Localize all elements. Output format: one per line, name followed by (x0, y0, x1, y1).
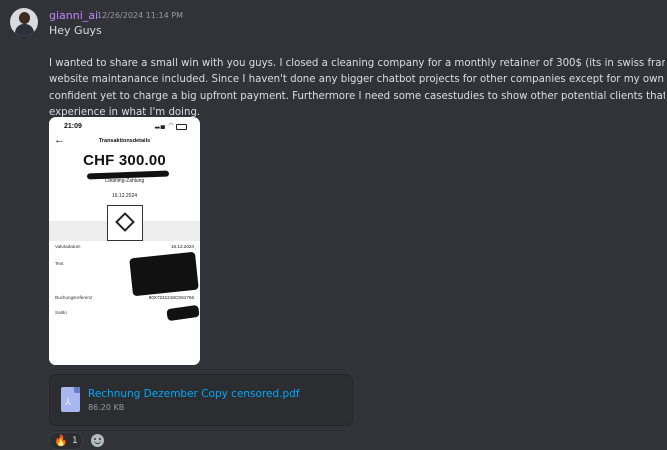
message-line: confident yet to charge a big upfront pa… (49, 90, 665, 102)
fire-emoji-icon: 🔥 (54, 434, 68, 447)
row-label: Saldo (55, 310, 67, 315)
username[interactable]: gianni_ai (49, 9, 98, 22)
file-fold (74, 387, 80, 393)
payment-label: Cleaning-Zahlung (104, 178, 145, 184)
message-line: website maintanance included. Since I ha… (49, 74, 664, 86)
row-label: Text (55, 261, 64, 266)
avatar-head (19, 12, 30, 24)
screenshot-title: Transaktionsdetails (98, 138, 151, 144)
message-body: I wanted to share a small win with you g… (49, 56, 665, 122)
message-greeting: Hey Guys (49, 24, 102, 37)
battery-icon (176, 124, 187, 130)
chat-message: gianni_ai 12/26/2024 11:14 PM Hey Guys I… (0, 0, 667, 450)
file-size: 86.20 KB (88, 403, 125, 412)
reaction-count: 1 (72, 436, 78, 446)
row-value: 16.12.2024 (171, 244, 194, 249)
transaction-date: 16.12.2024 (111, 193, 138, 199)
logo-mark-icon (115, 212, 135, 232)
avatar-body (15, 24, 34, 36)
file-name-link[interactable]: Rechnung Dezember Copy censored.pdf (88, 388, 300, 400)
smiley-mouth (94, 440, 101, 444)
pdf-glyph-icon: ⅄ (65, 397, 72, 408)
transaction-amount: CHF 300.00 (83, 152, 166, 169)
censor-scribble (129, 251, 199, 297)
avatar[interactable] (10, 8, 38, 36)
merchant-logo (107, 205, 143, 241)
image-attachment[interactable]: 21:09 ▂▄ ◠ ← Transaktionsdetails CHF 300… (49, 117, 200, 365)
pdf-file-icon: ⅄ (61, 387, 80, 412)
signal-wifi-icon: ▂▄ ◠ (155, 123, 175, 129)
message-line: I wanted to share a small win with you g… (49, 58, 665, 69)
row-value: 80X7241216CS61766 (148, 295, 194, 300)
add-reaction-icon[interactable] (91, 434, 104, 447)
status-clock: 21:09 (64, 123, 82, 130)
reaction-fire[interactable]: 🔥 1 (49, 432, 83, 450)
file-attachment[interactable]: ⅄ Rechnung Dezember Copy censored.pdf 86… (49, 374, 353, 426)
timestamp: 12/26/2024 11:14 PM (97, 11, 183, 20)
row-label: Buchungsreferenz (55, 295, 93, 300)
row-label: Valutadatum (55, 244, 81, 249)
